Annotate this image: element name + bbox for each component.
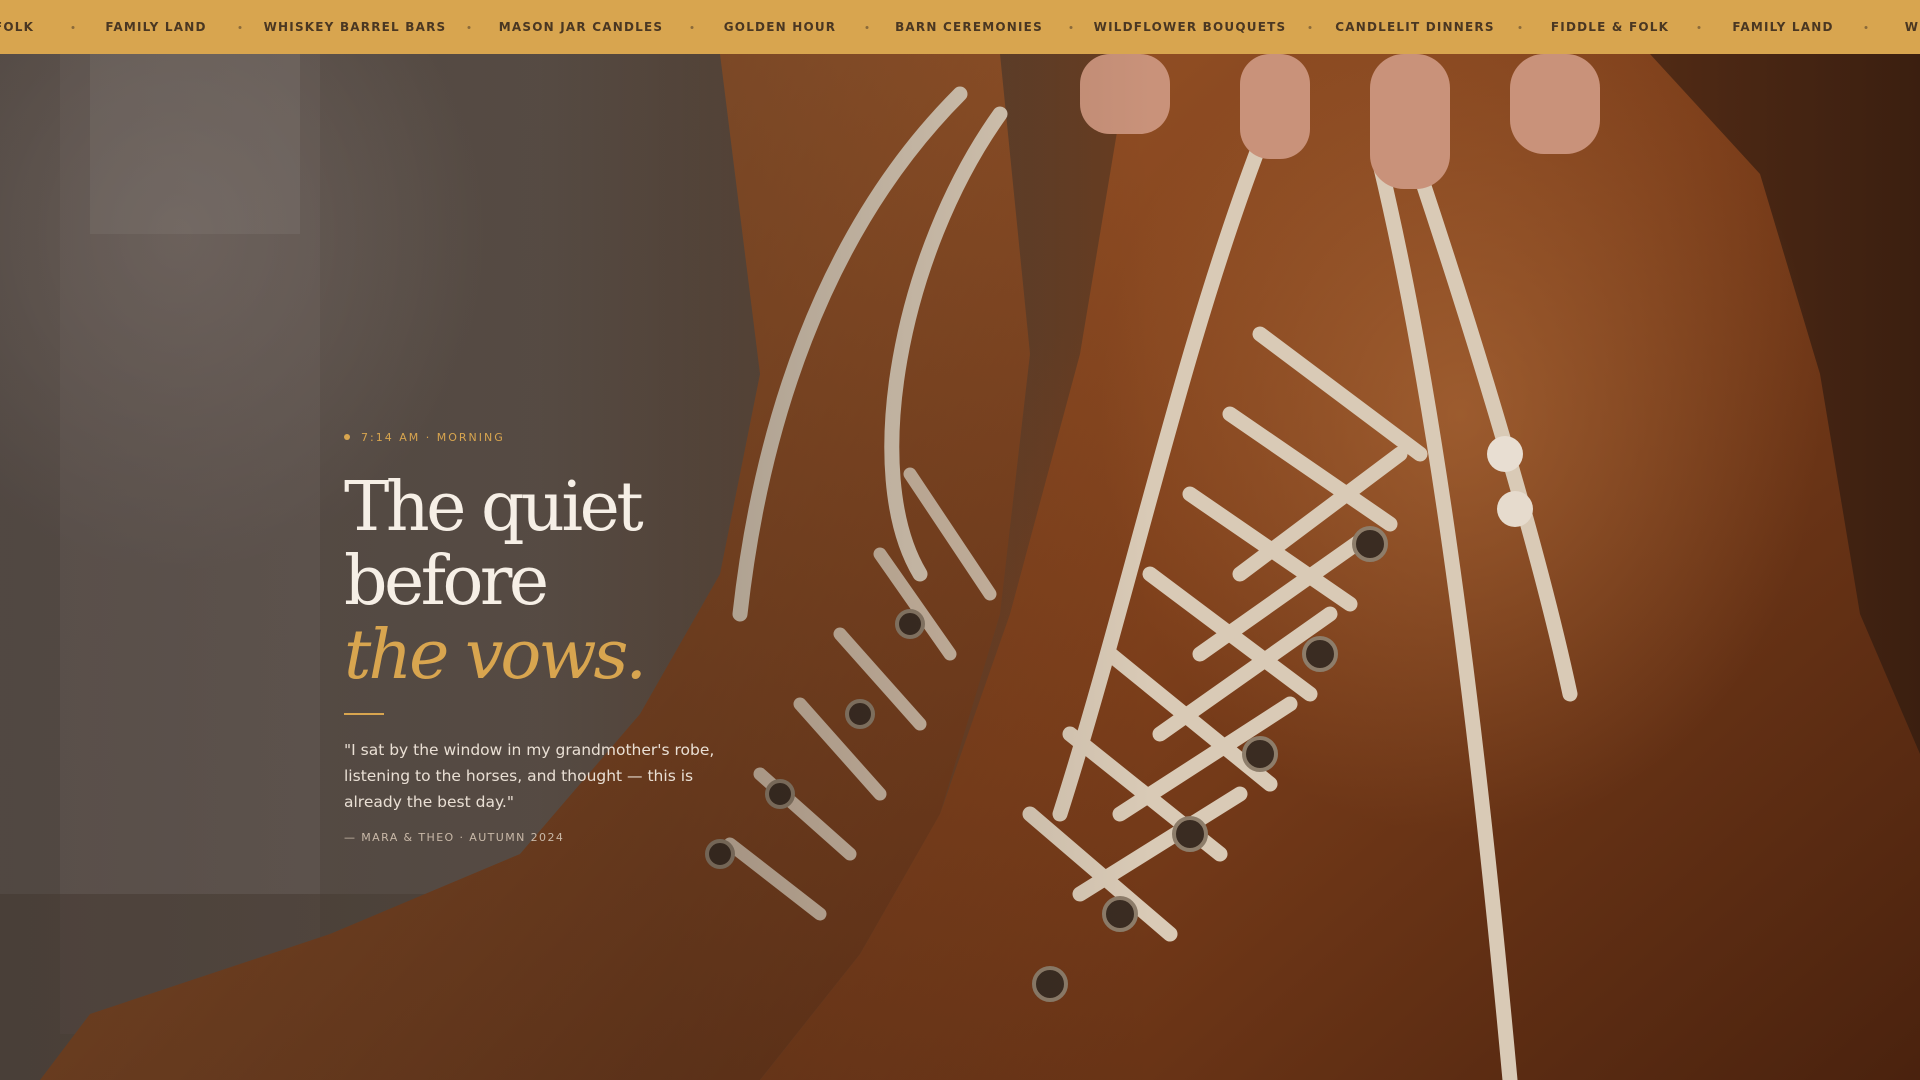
ticker-item: FAMILY LAND bbox=[105, 20, 207, 34]
hero-copy: 7:14 AM · MORNING The quiet before the v… bbox=[344, 429, 804, 844]
ticker-separator-dot bbox=[1308, 26, 1312, 29]
page: FOLK FAMILY LAND WHISKEY BARREL BARS MAS… bbox=[0, 0, 1920, 1080]
ticker-separator-dot bbox=[467, 26, 471, 29]
ticker-item: GOLDEN HOUR bbox=[723, 20, 837, 34]
ticker-item: BARN CEREMONIES bbox=[895, 20, 1043, 34]
ticker-item: FAMILY LAND bbox=[1732, 20, 1834, 34]
ticker-separator-dot bbox=[1697, 26, 1701, 29]
hero-shade bbox=[0, 54, 1920, 1080]
headline-line-1: The quiet before bbox=[344, 468, 644, 621]
ticker-item: MASON JAR CANDLES bbox=[498, 20, 664, 34]
ticker-separator-dot bbox=[690, 26, 694, 29]
ticker-item: FOLK bbox=[0, 20, 35, 34]
ticker-item: WILDFLOWER BOUQUETS bbox=[1093, 20, 1287, 34]
ticker-bar: FOLK FAMILY LAND WHISKEY BARREL BARS MAS… bbox=[0, 0, 1920, 54]
headline-line-2-accent: the vows. bbox=[344, 616, 647, 695]
accent-dot-icon bbox=[344, 434, 350, 440]
ticker-separator-dot bbox=[238, 26, 242, 29]
accent-divider bbox=[344, 713, 384, 715]
ticker-item: FIDDLE & FOLK bbox=[1550, 20, 1670, 34]
ticker-separator-dot bbox=[71, 26, 75, 29]
hero-section: 7:14 AM · MORNING The quiet before the v… bbox=[0, 54, 1920, 1080]
ticker-separator-dot bbox=[1069, 26, 1073, 29]
ticker-separator-dot bbox=[865, 26, 869, 29]
ticker-item: CANDLELIT DINNERS bbox=[1335, 20, 1495, 34]
ticker-track: FOLK FAMILY LAND WHISKEY BARREL BARS MAS… bbox=[0, 0, 1920, 54]
time-eyebrow: 7:14 AM · MORNING bbox=[344, 429, 804, 445]
hero-headline: The quiet before the vows. bbox=[344, 471, 804, 693]
ticker-item: W bbox=[1904, 20, 1920, 34]
ticker-item: WHISKEY BARREL BARS bbox=[263, 20, 447, 34]
ticker-separator-dot bbox=[1864, 26, 1868, 29]
quote-attribution: — MARA & THEO · AUTUMN 2024 bbox=[344, 830, 565, 844]
ticker-separator-dot bbox=[1518, 26, 1522, 29]
hero-quote: "I sat by the window in my grandmother's… bbox=[344, 741, 715, 811]
time-label: 7:14 AM · MORNING bbox=[361, 430, 505, 444]
